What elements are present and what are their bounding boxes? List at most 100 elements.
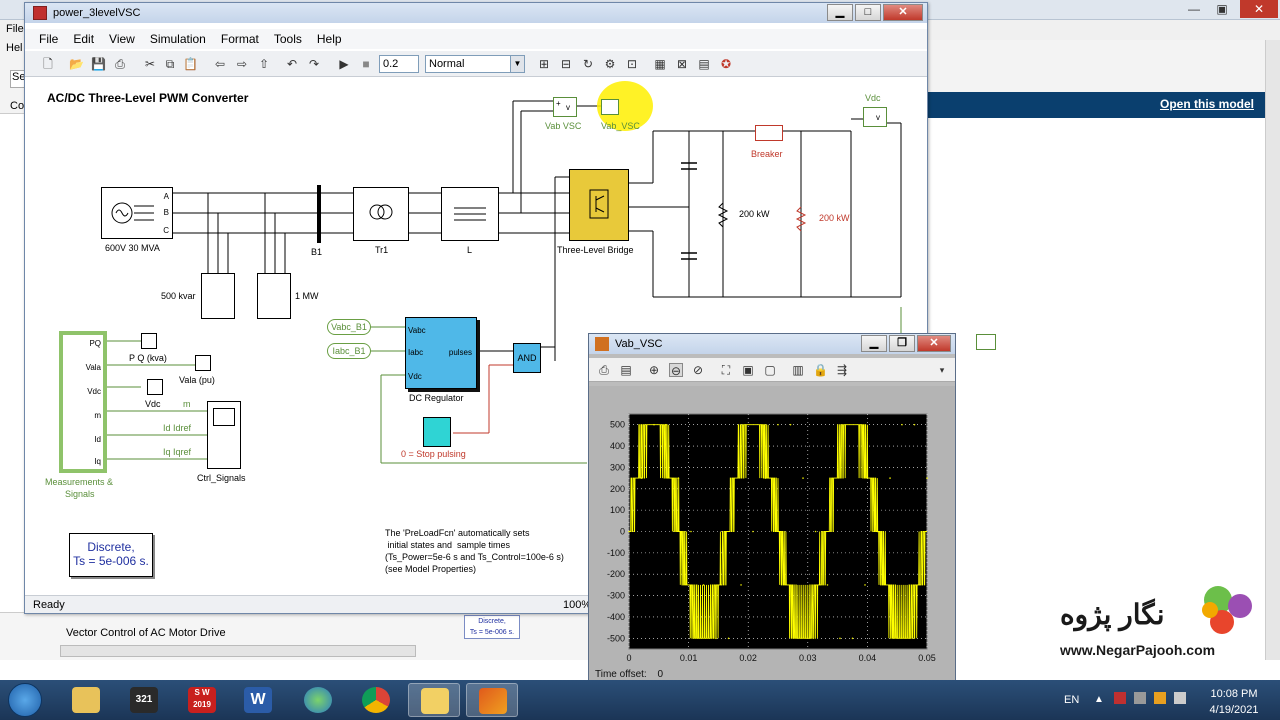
- vab-vsc-measurement-block[interactable]: + v: [553, 97, 577, 117]
- menu-file[interactable]: File: [39, 32, 58, 46]
- maximize-button[interactable]: □: [855, 4, 881, 21]
- autoscale-icon[interactable]: ⛶: [719, 363, 733, 377]
- model-explorer-icon[interactable]: ⊠: [675, 57, 689, 71]
- menu-tools[interactable]: Tools: [274, 32, 302, 46]
- up-icon[interactable]: ⇧: [257, 57, 271, 71]
- vala-scope-block[interactable]: [195, 355, 211, 371]
- chevron-down-icon[interactable]: ▼: [510, 56, 524, 72]
- taskbar-media-player[interactable]: 321: [118, 683, 170, 717]
- tray-volume-icon[interactable]: [1174, 692, 1186, 704]
- stop-time-input[interactable]: 0.2: [379, 55, 419, 73]
- refresh-icon[interactable]: ↻: [581, 57, 595, 71]
- start-button[interactable]: [8, 683, 42, 717]
- undo-icon[interactable]: ↶: [285, 57, 299, 71]
- menu-edit[interactable]: Edit: [73, 32, 94, 46]
- back-icon[interactable]: ⇦: [213, 57, 227, 71]
- sim-mode-select[interactable]: Normal ▼: [425, 55, 525, 73]
- debug-icon[interactable]: ⚙: [603, 57, 617, 71]
- parameters-icon[interactable]: ▤: [619, 363, 633, 377]
- vab-vsc-scope-block[interactable]: [601, 99, 619, 115]
- lock-icon[interactable]: 🔒: [813, 363, 828, 377]
- taskbar-chrome[interactable]: [350, 683, 402, 717]
- build-icon[interactable]: ⊞: [537, 57, 551, 71]
- bg-menu-help[interactable]: Hel: [6, 42, 23, 54]
- properties-icon[interactable]: ▤: [697, 57, 711, 71]
- print-icon[interactable]: ⎙: [113, 57, 127, 71]
- vabc-b1-tag[interactable]: Vabc_B1: [327, 319, 371, 335]
- zoom-x-icon[interactable]: ⊖: [669, 363, 683, 378]
- cut-icon[interactable]: ✂: [143, 57, 157, 71]
- update-diagram-icon[interactable]: ⊟: [559, 57, 573, 71]
- redo-icon[interactable]: ↷: [307, 57, 321, 71]
- library-browser-icon[interactable]: ▦: [653, 57, 667, 71]
- taskbar-word[interactable]: W: [232, 683, 284, 717]
- bg-menu-file[interactable]: File: [6, 23, 24, 35]
- floating-scope-icon[interactable]: ▥: [791, 363, 805, 377]
- menu-view[interactable]: View: [109, 32, 135, 46]
- demo-list-item[interactable]: Vector Control of AC Motor Drive: [66, 627, 226, 639]
- pq-scope-block[interactable]: [141, 333, 157, 349]
- vdc-measurement-block[interactable]: v: [863, 107, 887, 127]
- measurements-signals-block[interactable]: PQ Vala Vdc m Id Iq: [59, 331, 107, 473]
- zoom-y-icon[interactable]: ⊘: [691, 363, 705, 377]
- bg-horizontal-scrollbar[interactable]: [60, 645, 416, 657]
- tray-network-icon[interactable]: [1154, 692, 1166, 704]
- stop-pulsing-constant-block[interactable]: [423, 417, 451, 447]
- open-model-link[interactable]: Open this model: [1160, 97, 1254, 111]
- inductor-l-block[interactable]: [441, 187, 499, 241]
- forward-icon[interactable]: ⇨: [235, 57, 249, 71]
- clock-date[interactable]: 4/19/2021: [1204, 704, 1264, 716]
- menu-format[interactable]: Format: [221, 32, 259, 46]
- taskbar-folder[interactable]: [408, 683, 460, 717]
- bg-maximize-button[interactable]: ▣: [1208, 0, 1236, 18]
- save-axes-icon[interactable]: ▣: [741, 363, 755, 377]
- language-indicator[interactable]: EN: [1064, 694, 1079, 706]
- print-icon[interactable]: ⎙: [597, 363, 611, 377]
- scope-plot[interactable]: 5004003002001000-100-200-300-400-5000 0.0…: [589, 386, 955, 684]
- paste-icon[interactable]: 📋: [183, 57, 198, 71]
- and-block[interactable]: AND: [513, 343, 541, 373]
- scope-close-button[interactable]: ✕: [917, 335, 951, 352]
- scope-restore-button[interactable]: ❐: [889, 335, 915, 352]
- breaker-block[interactable]: [755, 125, 783, 141]
- toolbar-menu-icon[interactable]: ▾: [935, 363, 949, 377]
- open-icon[interactable]: 📂: [69, 57, 84, 71]
- bg-vertical-scrollbar[interactable]: [1265, 40, 1280, 660]
- show-hidden-icons[interactable]: ▲: [1094, 694, 1104, 705]
- zoom-in-icon[interactable]: ⊕: [647, 363, 661, 377]
- load-block[interactable]: [257, 273, 291, 319]
- signal-selection-icon[interactable]: ⇶: [835, 363, 849, 377]
- compile-icon[interactable]: ⊡: [625, 57, 639, 71]
- tray-flag-icon[interactable]: [1114, 692, 1126, 704]
- vdc-scope-block-partial[interactable]: [976, 334, 996, 350]
- tray-power-icon[interactable]: [1134, 692, 1146, 704]
- scope-title-bar[interactable]: Vab_VSC ▁ ❐ ✕: [589, 334, 955, 354]
- dc-regulator-block[interactable]: Vabc Iabc Vdc pulses: [405, 317, 477, 389]
- new-model-icon[interactable]: 🗋: [41, 57, 55, 71]
- scope-minimize-button[interactable]: ▁: [861, 335, 887, 352]
- copy-icon[interactable]: ⧉: [163, 57, 177, 71]
- vdc-scope-block[interactable]: [147, 379, 163, 395]
- restore-axes-icon[interactable]: ▢: [763, 363, 777, 377]
- powergui-discrete-block[interactable]: Discrete, Ts = 5e-006 s.: [69, 533, 153, 577]
- bus-b1-block[interactable]: [317, 185, 321, 243]
- start-simulation-icon[interactable]: ▶: [337, 57, 351, 71]
- capacitor-bank-block[interactable]: [201, 273, 235, 319]
- bg-content-tab[interactable]: Co: [10, 100, 24, 112]
- minimize-button[interactable]: ▁: [827, 4, 853, 21]
- taskbar-solidworks[interactable]: S W 2019: [176, 683, 228, 717]
- menu-simulation[interactable]: Simulation: [150, 32, 206, 46]
- save-icon[interactable]: 💾: [91, 57, 106, 71]
- taskbar-matlab[interactable]: [466, 683, 518, 717]
- taskbar-network[interactable]: [292, 683, 344, 717]
- taskbar-explorer[interactable]: [60, 683, 112, 717]
- clock-time[interactable]: 10:08 PM: [1204, 688, 1264, 700]
- stop-simulation-icon[interactable]: ■: [359, 57, 373, 71]
- close-button[interactable]: ✕: [883, 4, 923, 21]
- menu-help[interactable]: Help: [317, 32, 342, 46]
- sim-title-bar[interactable]: power_3levelVSC ▁ □ ✕: [25, 3, 927, 23]
- three-level-bridge-block[interactable]: [569, 169, 629, 241]
- debugger-icon[interactable]: ✪: [719, 57, 733, 71]
- three-phase-source-block[interactable]: A B C: [101, 187, 173, 239]
- bg-close-button[interactable]: ✕: [1240, 0, 1278, 18]
